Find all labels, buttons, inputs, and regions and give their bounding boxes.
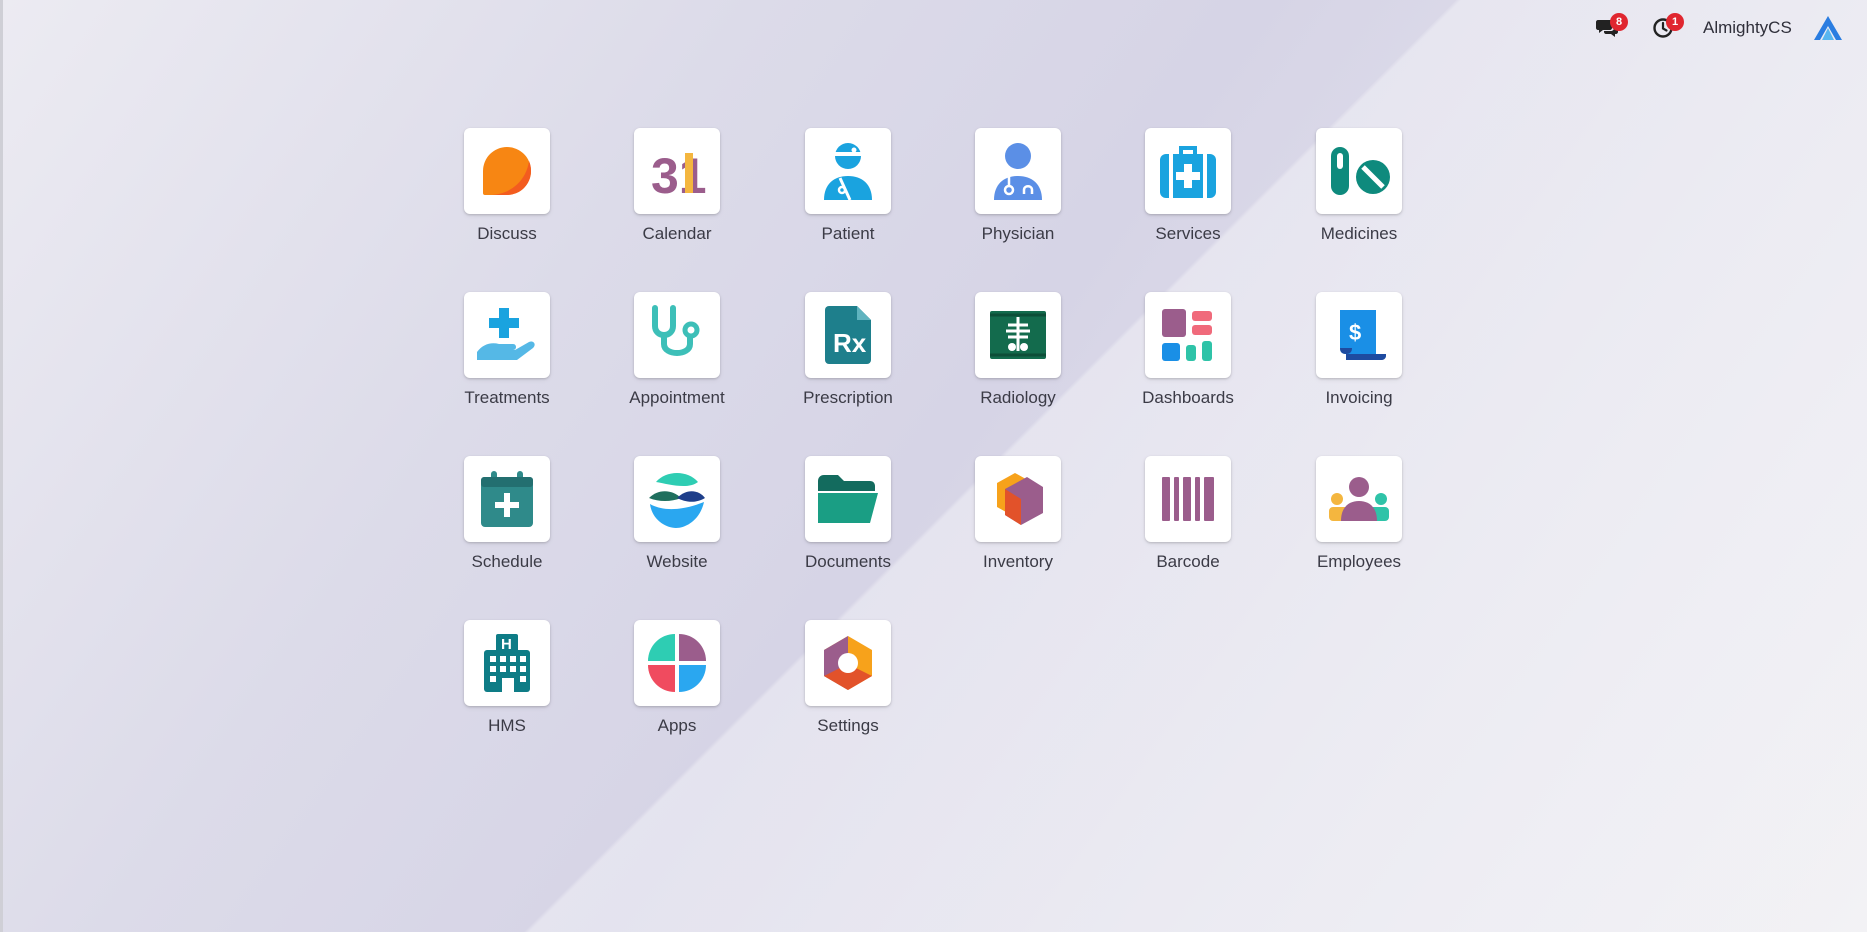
invoice-icon: $: [1340, 310, 1386, 360]
medical-kit-icon: [1160, 146, 1216, 198]
app-label: Medicines: [1320, 224, 1398, 243]
company-logo[interactable]: [1812, 14, 1844, 42]
app-tile: [634, 620, 720, 706]
app-label: Services: [1155, 224, 1221, 243]
app-label: Patient: [821, 224, 875, 243]
pills-icon: [1331, 147, 1390, 195]
website-icon: [649, 473, 705, 528]
app-label: Barcode: [1156, 552, 1220, 571]
activities-button[interactable]: 1: [1648, 13, 1684, 40]
app-physician[interactable]: Physician: [930, 128, 1090, 278]
app-employees[interactable]: Employees: [1271, 456, 1431, 606]
app-schedule[interactable]: Schedule: [419, 456, 579, 606]
user-menu[interactable]: AlmightyCS: [1703, 16, 1792, 40]
patient-icon: [824, 143, 872, 201]
app-tile: 31: [634, 128, 720, 214]
app-tile: [464, 456, 550, 542]
app-label: Documents: [805, 552, 891, 571]
app-tile: [975, 456, 1061, 542]
app-barcode[interactable]: Barcode: [1100, 456, 1260, 606]
app-label: Radiology: [980, 388, 1056, 407]
app-prescription[interactable]: Rx Prescription: [760, 292, 920, 442]
app-tile: [634, 456, 720, 542]
app-label: Discuss: [477, 224, 537, 243]
activities-count-badge: 1: [1666, 13, 1684, 31]
app-tile: [805, 128, 891, 214]
app-hms[interactable]: H HMS: [419, 620, 579, 770]
stethoscope-icon: [652, 305, 700, 356]
app-label: Website: [646, 552, 708, 571]
app-label: Dashboards: [1142, 388, 1234, 407]
hospital-icon: H: [484, 634, 530, 692]
svg-text:31: 31: [651, 148, 707, 199]
app-tile: $: [1316, 292, 1402, 378]
app-label: Treatments: [464, 388, 550, 407]
apps-icon: [648, 634, 706, 692]
employees-icon: [1329, 477, 1389, 521]
physician-icon: [994, 143, 1042, 200]
dashboard-icon: [1162, 309, 1212, 361]
discuss-icon: [483, 147, 532, 195]
app-tile: [1145, 128, 1231, 214]
settings-icon: [824, 636, 872, 690]
app-tile: [464, 292, 550, 378]
app-tile: [1316, 128, 1402, 214]
app-label: Apps: [657, 716, 697, 735]
app-tile: [975, 128, 1061, 214]
app-documents[interactable]: Documents: [760, 456, 920, 606]
app-label: Physician: [981, 224, 1055, 243]
xray-icon: [990, 311, 1046, 359]
app-label: HMS: [488, 716, 526, 735]
app-tile: [464, 128, 550, 214]
messages-count-badge: 8: [1610, 13, 1628, 31]
app-invoicing[interactable]: $ Invoicing: [1271, 292, 1431, 442]
calendar-icon: 31: [651, 148, 707, 199]
app-tile: [805, 456, 891, 542]
app-services[interactable]: Services: [1100, 128, 1260, 278]
calendar-plus-icon: [481, 471, 533, 527]
app-tile: [1145, 292, 1231, 378]
app-label: Appointment: [629, 388, 725, 407]
svg-text:$: $: [1349, 320, 1361, 345]
app-tile: [975, 292, 1061, 378]
app-calendar[interactable]: 31 Calendar: [589, 128, 749, 278]
barcode-icon: [1162, 477, 1214, 521]
app-medicines[interactable]: Medicines: [1271, 128, 1431, 278]
app-treatments[interactable]: Treatments: [419, 292, 579, 442]
app-tile: H: [464, 620, 550, 706]
app-tile: [1316, 456, 1402, 542]
app-website[interactable]: Website: [589, 456, 749, 606]
app-discuss[interactable]: Discuss: [419, 128, 579, 278]
app-label: Settings: [817, 716, 879, 735]
app-label: Invoicing: [1325, 388, 1393, 407]
app-tile: [805, 620, 891, 706]
app-label: Schedule: [471, 552, 543, 571]
app-appointment[interactable]: Appointment: [589, 292, 749, 442]
box-icon: [997, 473, 1043, 525]
app-settings[interactable]: Settings: [760, 620, 920, 770]
app-label: Calendar: [642, 224, 712, 243]
app-patient[interactable]: Patient: [760, 128, 920, 278]
rx-document-icon: Rx: [825, 306, 871, 364]
app-label: Inventory: [983, 552, 1053, 571]
folder-icon: [818, 475, 878, 523]
app-label: Employees: [1316, 552, 1402, 571]
app-tile: Rx: [805, 292, 891, 378]
app-radiology[interactable]: Radiology: [930, 292, 1090, 442]
app-tile: [1145, 456, 1231, 542]
left-edge-border: [0, 0, 3, 932]
svg-text:Rx: Rx: [833, 328, 867, 358]
messages-button[interactable]: 8: [1592, 13, 1628, 40]
app-label: Prescription: [803, 388, 893, 407]
app-tile: [634, 292, 720, 378]
hand-cross-icon: [477, 308, 535, 360]
logo-icon: [1814, 16, 1842, 40]
app-apps[interactable]: Apps: [589, 620, 749, 770]
app-dashboards[interactable]: Dashboards: [1100, 292, 1260, 442]
app-inventory[interactable]: Inventory: [930, 456, 1090, 606]
